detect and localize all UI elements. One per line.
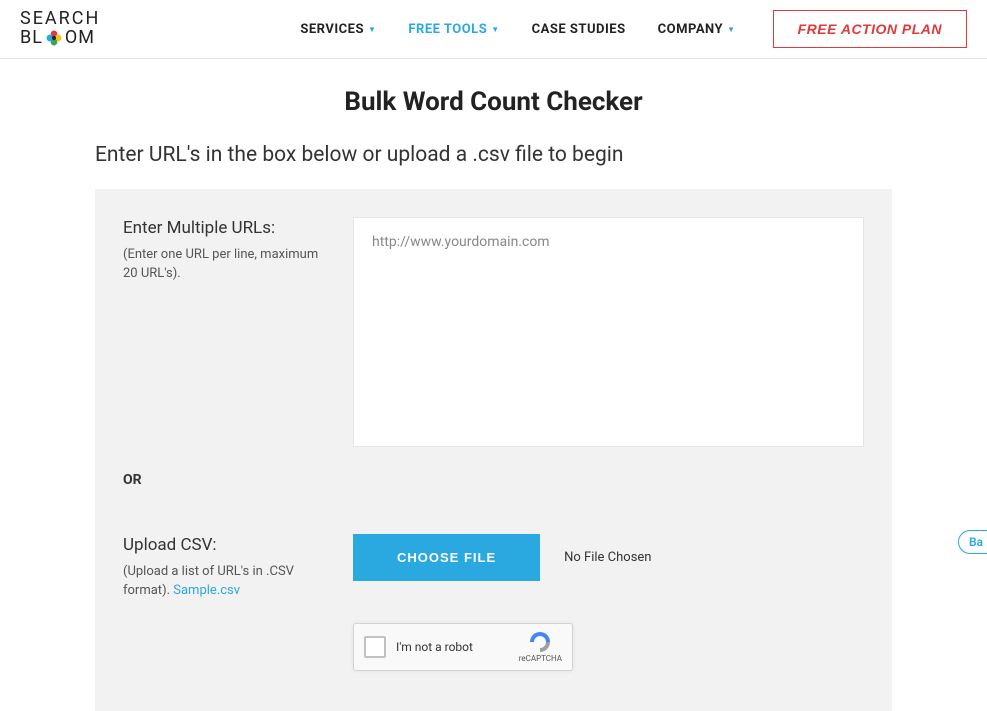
urls-textarea[interactable] xyxy=(353,217,864,447)
back-bubble[interactable]: Ba xyxy=(958,530,987,554)
nav-company[interactable]: COMPANY ▼ xyxy=(658,22,736,37)
recaptcha-logo: reCAPTCHA xyxy=(519,630,562,663)
chevron-down-icon: ▼ xyxy=(368,25,376,34)
recaptcha-checkbox[interactable] xyxy=(364,636,386,658)
nav-case-studies[interactable]: CASE STUDIES xyxy=(532,22,626,37)
or-row: OR xyxy=(123,469,864,488)
chevron-down-icon: ▼ xyxy=(491,25,499,34)
urls-sublabel: (Enter one URL per line, maximum 20 URL'… xyxy=(123,245,323,284)
urls-label: Enter Multiple URLs: xyxy=(123,217,323,241)
page-title: Bulk Word Count Checker xyxy=(95,87,892,117)
urls-label-col: Enter Multiple URLs: (Enter one URL per … xyxy=(123,217,323,451)
or-label: OR xyxy=(123,472,142,488)
header: SEARCH BL OM SERVICES ▼ FREE TOOLS ▼ CAS… xyxy=(0,0,987,59)
recaptcha-widget: I'm not a robot reCAPTCHA xyxy=(353,623,573,671)
flower-icon xyxy=(44,28,64,48)
csv-label-col: Upload CSV: (Upload a list of URL's in .… xyxy=(123,534,323,601)
logo-top-text: SEARCH xyxy=(20,10,100,28)
recaptcha-icon xyxy=(528,630,552,654)
nav-services[interactable]: SERVICES ▼ xyxy=(300,22,376,37)
recaptcha-label: I'm not a robot xyxy=(396,640,509,654)
main-nav: SERVICES ▼ FREE TOOLS ▼ CASE STUDIES COM… xyxy=(300,22,735,37)
recaptcha-row: I'm not a robot reCAPTCHA xyxy=(123,623,864,671)
choose-file-button[interactable]: CHOOSE FILE xyxy=(353,534,540,581)
logo-bottom-text: BL OM xyxy=(20,28,100,48)
logo[interactable]: SEARCH BL OM xyxy=(20,10,100,48)
csv-sublabel: (Upload a list of URL's in .CSV format).… xyxy=(123,562,323,601)
file-status-text: No File Chosen xyxy=(564,550,651,565)
recaptcha-col: I'm not a robot reCAPTCHA xyxy=(353,623,864,671)
instruction-text: Enter URL's in the box below or upload a… xyxy=(95,143,892,167)
urls-input-col xyxy=(353,217,864,451)
csv-label: Upload CSV: xyxy=(123,534,323,558)
form-area: Enter Multiple URLs: (Enter one URL per … xyxy=(95,189,892,711)
urls-row: Enter Multiple URLs: (Enter one URL per … xyxy=(123,217,864,451)
nav-free-tools[interactable]: FREE TOOLS ▼ xyxy=(408,22,499,37)
file-row: CHOOSE FILE No File Chosen xyxy=(353,534,864,581)
main-content: Bulk Word Count Checker Enter URL's in t… xyxy=(0,59,987,711)
csv-input-col: CHOOSE FILE No File Chosen xyxy=(353,534,864,601)
chevron-down-icon: ▼ xyxy=(727,25,735,34)
csv-row: Upload CSV: (Upload a list of URL's in .… xyxy=(123,534,864,601)
free-action-plan-button[interactable]: FREE ACTION PLAN xyxy=(773,10,967,48)
sample-csv-link[interactable]: Sample.csv xyxy=(173,583,240,598)
